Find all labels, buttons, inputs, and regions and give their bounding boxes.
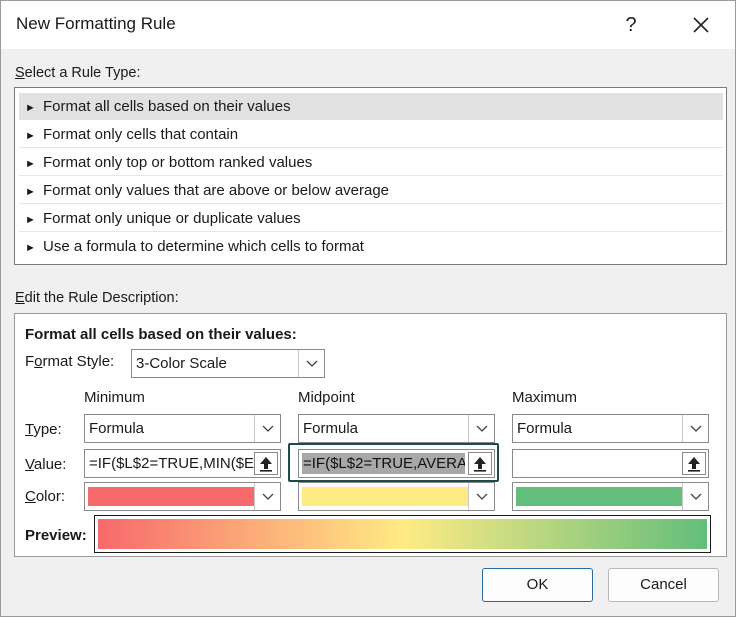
close-icon (693, 17, 709, 33)
rule-type-item[interactable]: ► Format only values that are above or be… (19, 177, 723, 204)
chevron-down-icon[interactable] (682, 483, 708, 510)
help-button[interactable]: ? (611, 10, 651, 40)
minimum-column-header: Minimum (84, 389, 145, 406)
arrow-bullet-icon: ► (25, 214, 36, 226)
maximum-value-input[interactable] (512, 449, 709, 478)
arrow-bullet-icon: ► (25, 158, 36, 170)
arrow-bullet-icon: ► (25, 102, 36, 114)
rule-type-item[interactable]: ► Use a formula to determine which cells … (19, 233, 723, 260)
minimum-color-picker[interactable] (84, 482, 281, 511)
arrow-bullet-icon: ► (25, 130, 36, 142)
title-bar: New Formatting Rule ? (1, 1, 735, 49)
cancel-button[interactable]: Cancel (608, 568, 719, 602)
rule-type-label: Select a Rule Type: (15, 65, 141, 81)
maximum-column-header: Maximum (512, 389, 578, 406)
color-swatch (516, 487, 682, 506)
ok-button[interactable]: OK (482, 568, 593, 602)
midpoint-value-input[interactable]: =IF($L$2=TRUE,AVERAG (298, 449, 495, 478)
preview-label: Preview: (25, 527, 87, 544)
midpoint-type-dropdown[interactable]: Formula (298, 414, 495, 443)
chevron-down-icon[interactable] (298, 350, 324, 377)
maximum-type-dropdown[interactable]: Formula (512, 414, 709, 443)
collapse-dialog-icon[interactable] (468, 452, 492, 475)
description-heading: Format all cells based on their values: (25, 326, 297, 343)
type-label: Type: (25, 421, 62, 438)
format-style-dropdown[interactable]: 3-Color Scale (131, 349, 325, 378)
chevron-down-icon[interactable] (468, 415, 494, 442)
dialog-title: New Formatting Rule (16, 14, 176, 33)
chevron-down-icon[interactable] (254, 483, 280, 510)
color-swatch (88, 487, 254, 506)
midpoint-color-picker[interactable] (298, 482, 495, 511)
collapse-dialog-icon[interactable] (682, 452, 706, 475)
close-button[interactable] (681, 10, 721, 40)
color-label: Color: (25, 488, 66, 505)
minimum-type-dropdown[interactable]: Formula (84, 414, 281, 443)
value-label: Value: (25, 456, 67, 473)
collapse-dialog-icon[interactable] (254, 452, 278, 475)
chevron-down-icon[interactable] (254, 415, 280, 442)
format-style-label: Format Style: (25, 353, 115, 370)
preview-box (94, 515, 711, 553)
color-scale-preview (98, 519, 707, 549)
chevron-down-icon[interactable] (468, 483, 494, 510)
new-formatting-rule-dialog: New Formatting Rule ? Select a Rule Type… (0, 0, 736, 617)
rule-type-list[interactable]: ► Format all cells based on their values … (14, 87, 727, 265)
rule-type-item[interactable]: ► Format only cells that contain (19, 121, 723, 148)
maximum-color-picker[interactable] (512, 482, 709, 511)
arrow-bullet-icon: ► (25, 242, 36, 254)
rule-description-label: Edit the Rule Description: (15, 290, 179, 306)
chevron-down-icon[interactable] (682, 415, 708, 442)
rule-type-item[interactable]: ► Format all cells based on their values (19, 93, 723, 120)
rule-description-panel: Format all cells based on their values: … (14, 313, 727, 557)
rule-type-item[interactable]: ► Format only unique or duplicate values (19, 205, 723, 232)
arrow-bullet-icon: ► (25, 186, 36, 198)
midpoint-column-header: Midpoint (298, 389, 355, 406)
minimum-value-input[interactable]: =IF($L$2=TRUE,MIN($E (84, 449, 281, 478)
rule-type-item[interactable]: ► Format only top or bottom ranked values (19, 149, 723, 176)
color-swatch (302, 487, 468, 506)
